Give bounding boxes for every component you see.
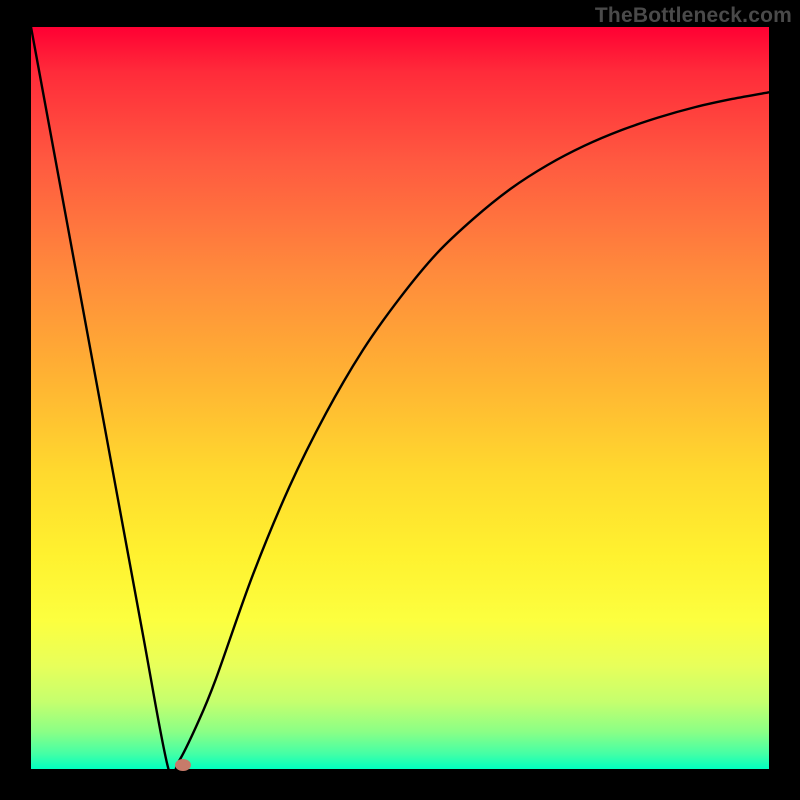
chart-plot-area [31,27,769,769]
watermark-text: TheBottleneck.com [595,4,792,28]
chart-curve [31,27,769,769]
chart-marker-dot [175,759,191,771]
